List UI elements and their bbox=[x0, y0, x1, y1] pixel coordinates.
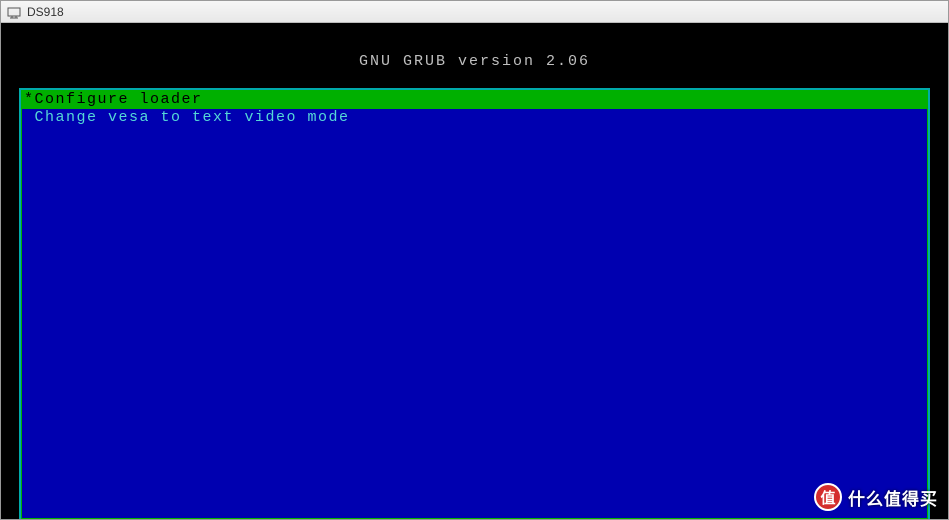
console-area[interactable]: GNU GRUB version 2.06 *Configure loader … bbox=[1, 23, 948, 519]
vm-window: DS918 GNU GRUB version 2.06 *Configure l… bbox=[0, 0, 949, 520]
grub-menu-item[interactable]: Change vesa to text video mode bbox=[22, 109, 927, 127]
watermark: 值 什么值得买 bbox=[814, 483, 938, 511]
watermark-badge-icon: 值 bbox=[814, 483, 842, 511]
menu-label: Configure loader bbox=[35, 91, 203, 108]
window-title: DS918 bbox=[27, 5, 64, 19]
menu-marker bbox=[24, 109, 35, 126]
grub-menu-inner: *Configure loader Change vesa to text vi… bbox=[21, 90, 928, 519]
menu-label: Change vesa to text video mode bbox=[35, 109, 350, 126]
grub-version-header: GNU GRUB version 2.06 bbox=[1, 23, 948, 88]
monitor-icon bbox=[7, 6, 21, 18]
menu-marker: * bbox=[24, 91, 35, 108]
watermark-text: 什么值得买 bbox=[848, 485, 938, 510]
grub-menu-box: *Configure loader Change vesa to text vi… bbox=[19, 88, 930, 519]
grub-menu-item-selected[interactable]: *Configure loader bbox=[22, 91, 927, 109]
title-bar[interactable]: DS918 bbox=[1, 1, 948, 23]
